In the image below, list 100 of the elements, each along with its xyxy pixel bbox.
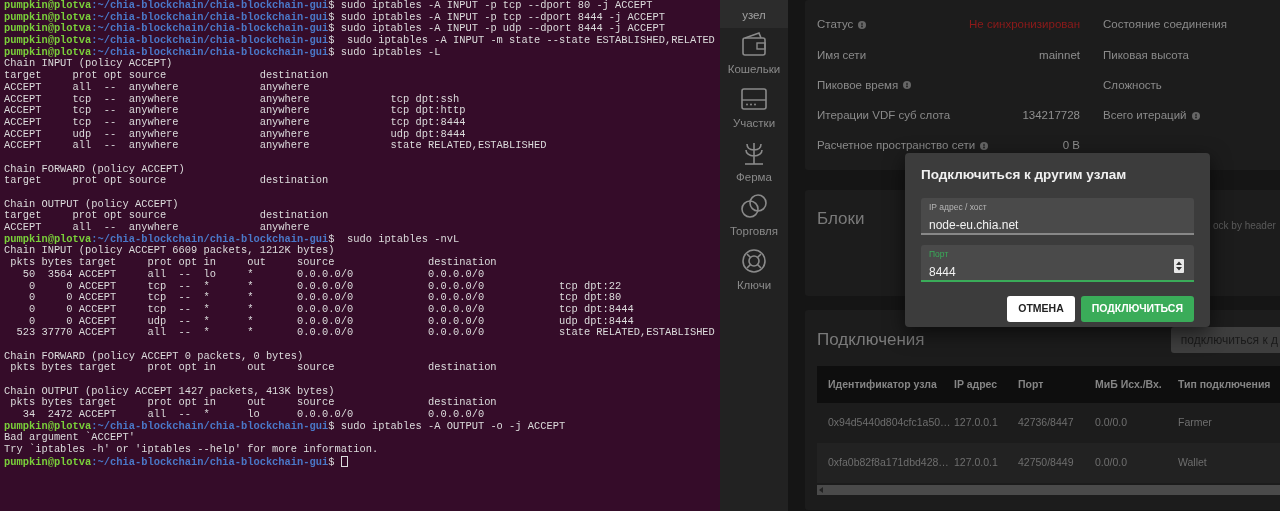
status-label: Имя сети: [817, 47, 867, 63]
output-line: Chain OUTPUT (policy ACCEPT 1427 packets, 413K bytes): [4, 384, 335, 397]
table-cell-text: 42750/8449: [1018, 455, 1075, 471]
output-line: ACCEPT all -- anywhere anywhere state RELATED,ESTABLISHED: [4, 139, 547, 152]
circles-icon: [739, 191, 769, 220]
table-cell-text: Farmer: [1178, 415, 1213, 431]
help-icon: [858, 21, 867, 29]
table-cell-text: 0x94d5440d804cfc1a50…: [827, 415, 952, 431]
status-value: Не синхронизирован: [969, 17, 1080, 33]
output-line: 34 2472 ACCEPT all -- * lo 0.0.0.0/0 0.0.0.0/0: [21, 408, 485, 421]
table-cell-text: 127.0.0.1: [954, 455, 999, 471]
command-text: sudo iptables -L: [339, 45, 441, 58]
table-cell-text: 0.0/0.0: [1095, 415, 1129, 431]
command-text: sudo iptables -A INPUT -p tcp --dport 80 -j ACCEPT: [339, 0, 653, 11]
column-header: IP адрес: [954, 376, 999, 392]
sidebar-item[interactable]: Ключи: [720, 244, 788, 298]
wallet-icon: [739, 29, 769, 58]
sidebar-label: Участки: [732, 115, 776, 131]
output-line: Try `iptables -h' or 'iptables --help' for more information.: [4, 443, 379, 456]
status-value: 134217728: [1022, 107, 1080, 123]
sidebar-item[interactable]: Кошельки: [720, 28, 788, 82]
table-cell-text: 42736/8447: [1018, 415, 1075, 431]
prompt-sign: $: [328, 22, 335, 35]
prompt-path: :~/chia-blockchain/chia-blockchain-gui: [91, 45, 329, 58]
horizontal-scrollbar[interactable]: [817, 485, 1280, 495]
prompt-path: :~/chia-blockchain/chia-blockchain-gui: [91, 34, 329, 47]
spinner-icon: [1174, 259, 1184, 274]
output-line: 0 0 ACCEPT tcp -- * * 0.0.0.0/0 0.0.0.0/0 tcp dpt:8444: [27, 302, 634, 315]
connect-button[interactable]: ПОДКЛЮЧИТЬСЯ: [1080, 296, 1194, 322]
output-line: Chain FORWARD (policy ACCEPT): [4, 162, 185, 175]
output-line: ACCEPT tcp -- anywhere anywhere tcp dpt:ssh: [4, 92, 460, 105]
prompt-sign: $: [328, 45, 335, 58]
status-label: Расчетное пространство сети: [817, 138, 976, 154]
table-cell-text: 127.0.0.1: [954, 415, 999, 431]
output-line: ACCEPT tcp -- anywhere anywhere tcp dpt:8444: [4, 115, 466, 128]
prompt-user: pumpkin@plotva: [4, 232, 92, 245]
field-label: Порт: [929, 249, 950, 260]
prompt-sign: $: [328, 455, 335, 468]
input-field[interactable]: Порт 8444: [921, 245, 1194, 283]
prompt-user: pumpkin@plotva: [4, 419, 92, 432]
output-line: pkts bytes target prot opt in out source destination: [9, 361, 497, 374]
help-icon: [980, 141, 989, 150]
column-header: МиБ Исх./Вх.: [1095, 376, 1163, 392]
dialog-title: Подключиться к другим узлам: [921, 166, 1128, 184]
output-line: pkts bytes target prot opt in out source destination: [9, 396, 497, 409]
output-line: target prot opt source destination: [4, 174, 329, 187]
prompt-user: pumpkin@plotva: [4, 34, 92, 47]
output-line: 523 37770 ACCEPT all -- * * 0.0.0.0/0 0.0.0.0/0 state RELATED,ESTABLISHED: [15, 326, 715, 339]
prompt-path: :~/chia-blockchain/chia-blockchain-gui: [91, 419, 329, 432]
section-title: Подключения: [817, 329, 925, 352]
field-value[interactable]: node-eu.chia.net: [929, 216, 1159, 235]
output-line: ACCEPT udp -- anywhere anywhere udp dpt:8444: [4, 127, 466, 140]
help-icon: [903, 81, 912, 90]
field-label: IP адрес / хост: [929, 202, 988, 213]
output-line: target prot opt source destination: [4, 209, 329, 222]
status-label: Всего итераций: [1103, 107, 1187, 123]
status-label: Статус: [817, 17, 854, 33]
prompt-path: :~/chia-blockchain/chia-blockchain-gui: [91, 0, 329, 11]
status-label: Пиковая высота: [1103, 47, 1189, 63]
command-text: sudo iptables -A INPUT -p tcp --dport 8444 -j ACCEPT: [339, 10, 665, 23]
status-label: Итерации VDF суб слота: [817, 107, 951, 123]
prompt-path: :~/chia-blockchain/chia-blockchain-gui: [91, 455, 329, 468]
sidebar-label: узел: [742, 7, 766, 23]
output-line: 0 0 ACCEPT tcp -- * * 0.0.0.0/0 0.0.0.0/0 tcp dpt:22: [27, 279, 622, 292]
table-cell-text: 0.0/0.0: [1095, 455, 1129, 471]
prompt-sign: $: [328, 10, 335, 23]
table-cell-text: Wallet: [1178, 455, 1208, 471]
field-value[interactable]: 8444: [929, 263, 1159, 282]
sidebar-item[interactable]: Участки: [720, 82, 788, 136]
sidebar-item[interactable]: Ферма: [720, 136, 788, 190]
column-header: Идентификатор узла: [827, 376, 938, 392]
status-label: Пиковое время: [817, 77, 899, 93]
prompt-user: pumpkin@plotva: [4, 22, 92, 35]
prompt-path: :~/chia-blockchain/chia-blockchain-gui: [91, 10, 329, 23]
output-line: target prot opt source destination: [4, 69, 329, 82]
output-line: Chain OUTPUT (policy ACCEPT): [4, 197, 179, 210]
output-line: Chain INPUT (policy ACCEPT): [4, 57, 173, 70]
output-line: 0 0 ACCEPT udp -- * * 0.0.0.0/0 0.0.0.0/0 udp dpt:8444: [27, 314, 634, 327]
status-label: Состояние соединения: [1103, 17, 1227, 33]
prompt-user: pumpkin@plotva: [4, 10, 92, 23]
prompt-sign: $: [328, 232, 335, 245]
input-field[interactable]: IP адрес / хост node-eu.chia.net: [921, 198, 1194, 236]
output-line: Chain FORWARD (policy ACCEPT 0 packets, 0 bytes): [4, 349, 304, 362]
sidebar-item[interactable]: узел: [720, 0, 788, 28]
output-line: ACCEPT all -- anywhere anywhere: [4, 221, 310, 234]
output-line: 50 3564 ACCEPT all -- lo * 0.0.0.0/0 0.0.0.0/0: [21, 267, 485, 280]
output-line: ACCEPT tcp -- anywhere anywhere tcp dpt:http: [4, 104, 466, 117]
cancel-button[interactable]: ОТМЕНА: [1007, 296, 1075, 322]
prompt-sign: $: [328, 419, 335, 432]
arrow-left-icon: [817, 486, 825, 494]
sidebar-label: Ключи: [736, 277, 772, 293]
status-label: Сложность: [1103, 77, 1162, 93]
prompt-path: :~/chia-blockchain/chia-blockchain-gui: [91, 232, 329, 245]
prompt-user: pumpkin@plotva: [4, 455, 92, 468]
status-value: 0 B: [1062, 138, 1080, 154]
command-text: sudo iptables -nvL: [345, 232, 460, 245]
prompt-user: pumpkin@plotva: [4, 45, 92, 58]
column-header: Порт: [1018, 376, 1045, 392]
column-header: Тип подключения: [1178, 376, 1272, 392]
sidebar-item[interactable]: Торговля: [720, 190, 788, 244]
